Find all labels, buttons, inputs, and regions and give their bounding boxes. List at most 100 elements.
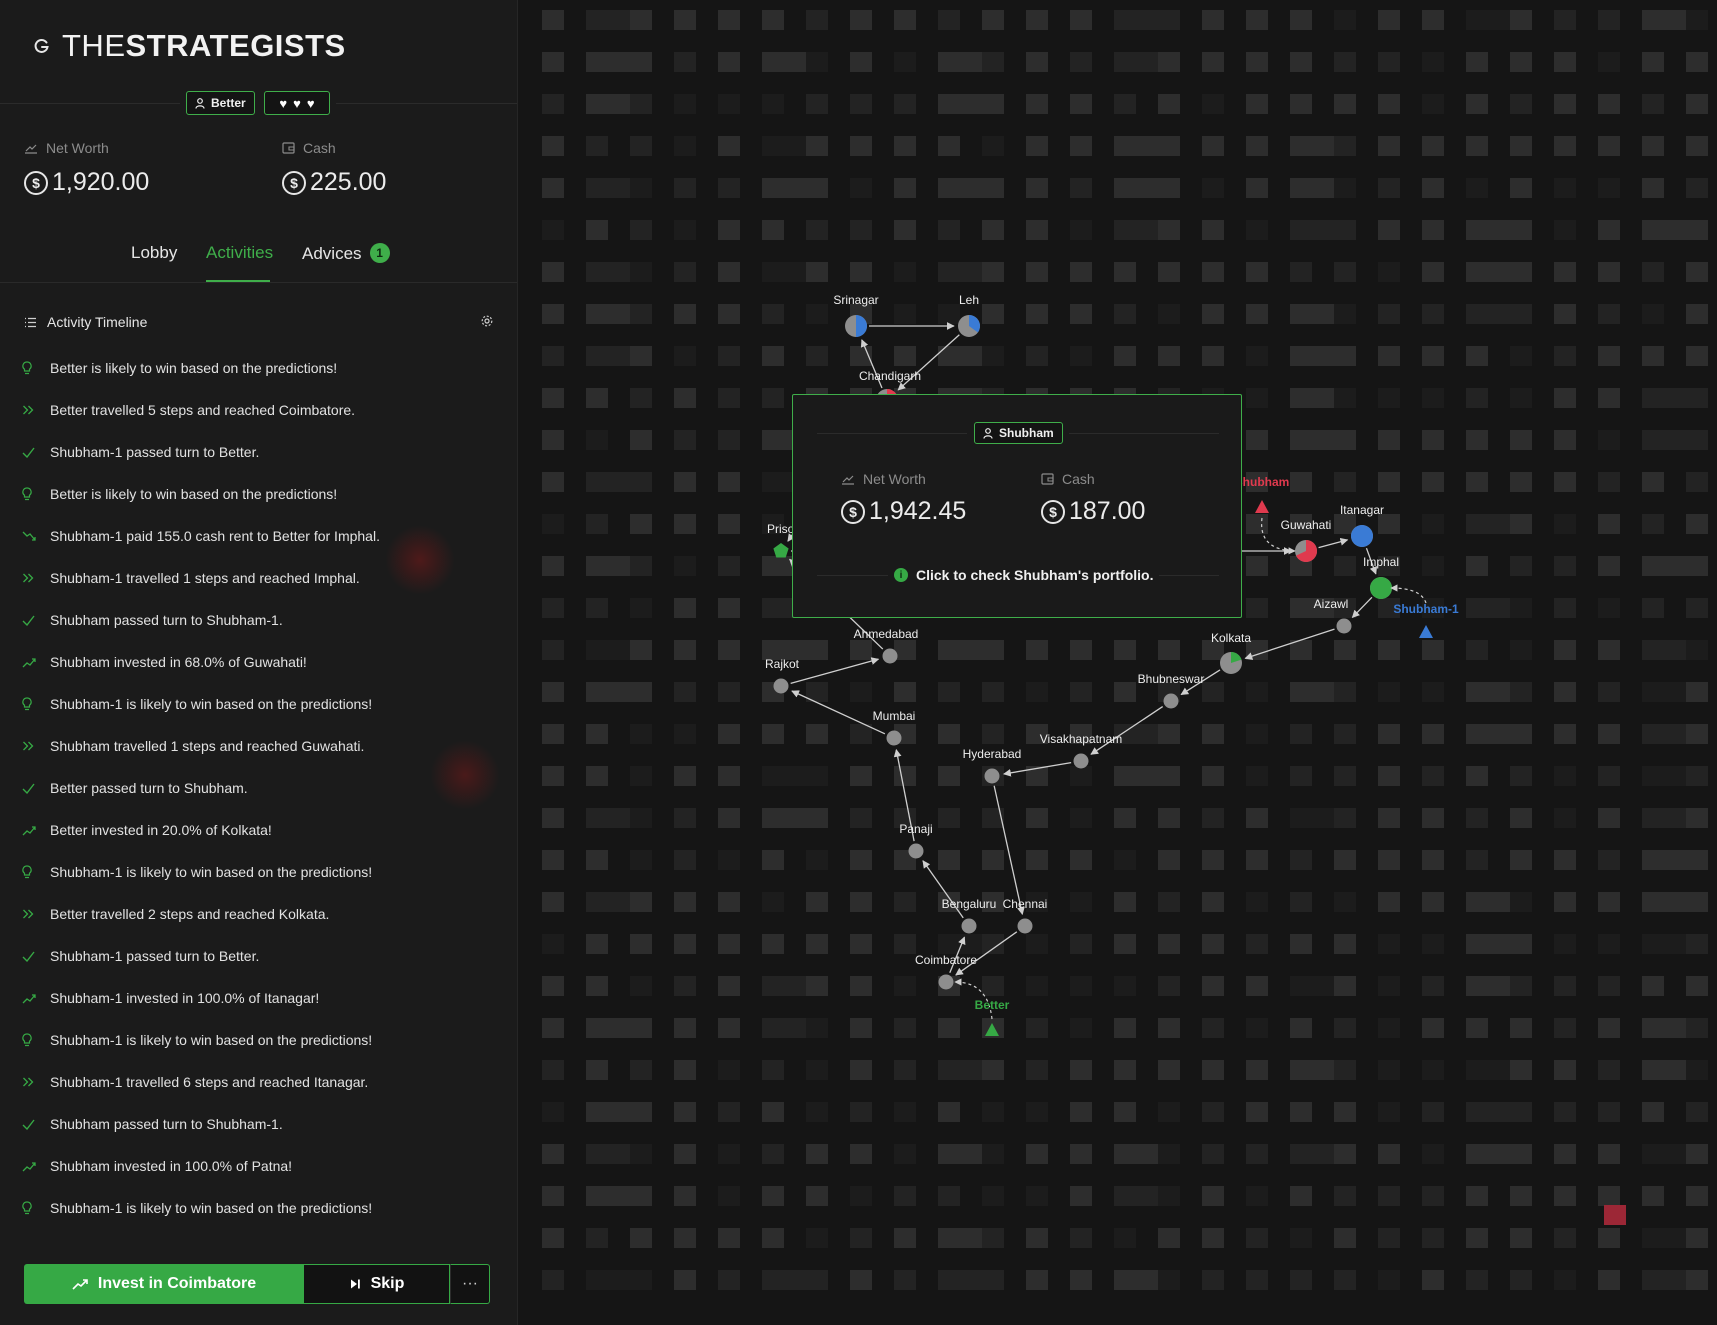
board-tile bbox=[982, 262, 1004, 282]
city-node[interactable]: Chennai bbox=[1003, 897, 1048, 934]
tab-advices[interactable]: Advices 1 bbox=[302, 243, 390, 264]
board-tile bbox=[1422, 1060, 1444, 1080]
activity-text: Shubham invested in 100.0% of Patna! bbox=[50, 1158, 293, 1174]
board-tile bbox=[1422, 892, 1444, 912]
board-tile bbox=[894, 976, 916, 996]
board-tile bbox=[1114, 10, 1158, 30]
token-triangle-icon[interactable] bbox=[1255, 500, 1269, 513]
city-node[interactable]: Coimbatore bbox=[915, 953, 977, 990]
city-node[interactable]: Leh bbox=[958, 293, 981, 337]
city-circle[interactable] bbox=[1017, 918, 1033, 934]
board-tile bbox=[1070, 640, 1092, 660]
board-tile bbox=[1246, 808, 1268, 828]
board-tile bbox=[1026, 1060, 1048, 1080]
token-triangle-icon[interactable] bbox=[1419, 625, 1433, 638]
board-tile bbox=[630, 430, 652, 450]
city-circle[interactable] bbox=[984, 768, 1000, 784]
more-options-button[interactable]: ··· bbox=[450, 1264, 490, 1304]
activity-text: Shubham-1 travelled 1 steps and reached … bbox=[50, 570, 360, 586]
board-tile bbox=[1070, 1102, 1092, 1122]
board-tile bbox=[1554, 892, 1576, 912]
skip-button[interactable]: Skip bbox=[304, 1264, 450, 1304]
board-tile bbox=[1422, 1018, 1444, 1038]
city-circle[interactable] bbox=[1073, 753, 1089, 769]
activity-item: Shubham-1 paid 155.0 cash rent to Better… bbox=[22, 528, 502, 570]
city-node[interactable]: Hyderabad bbox=[963, 747, 1022, 784]
board-tile bbox=[982, 94, 1004, 114]
board-tile bbox=[1290, 1228, 1312, 1248]
city-circle[interactable] bbox=[886, 730, 902, 746]
board-tile bbox=[806, 766, 828, 786]
player-token[interactable]: Shubham bbox=[1235, 475, 1296, 555]
heart-icon: ♥ bbox=[306, 95, 315, 111]
tab-activities[interactable]: Activities bbox=[206, 243, 273, 263]
board-tile bbox=[1598, 976, 1620, 996]
board-tile bbox=[1290, 10, 1312, 30]
board-tile bbox=[1510, 808, 1532, 828]
bulb-icon bbox=[22, 486, 50, 502]
player-info-popup[interactable]: Shubham Net Worth $ 1,942.45 Cash $ 187.… bbox=[792, 394, 1242, 618]
board-tile bbox=[1026, 136, 1048, 156]
city-circle[interactable] bbox=[961, 918, 977, 934]
board-tile bbox=[1202, 1060, 1224, 1080]
invest-button[interactable]: Invest in Coimbatore bbox=[24, 1264, 304, 1304]
game-board[interactable]: Srinagar Leh Chandigarh Prison Ahmedabad Rajk… bbox=[518, 0, 1717, 1325]
board-tile bbox=[762, 1228, 784, 1248]
board-tile bbox=[1026, 346, 1048, 366]
board-tile bbox=[938, 1102, 960, 1122]
board-tile bbox=[1202, 346, 1224, 366]
check-icon bbox=[22, 612, 50, 628]
board-tile bbox=[1334, 304, 1356, 324]
portfolio-link[interactable]: i Click to check Shubham's portfolio. bbox=[888, 567, 1160, 583]
player-token[interactable]: Shubham-1 bbox=[1390, 584, 1459, 638]
board-tile bbox=[630, 304, 652, 324]
board-tile bbox=[1554, 1102, 1576, 1122]
board-tile bbox=[674, 1228, 696, 1248]
board-tile bbox=[586, 10, 630, 30]
tab-lobby[interactable]: Lobby bbox=[131, 243, 177, 263]
gear-icon[interactable] bbox=[480, 314, 494, 328]
city-circle[interactable] bbox=[908, 843, 924, 859]
city-circle[interactable] bbox=[938, 974, 954, 990]
board-tile bbox=[1378, 934, 1400, 954]
city-node[interactable]: Guwahati bbox=[1281, 518, 1332, 562]
city-circle[interactable] bbox=[882, 648, 898, 664]
board-tile bbox=[630, 598, 652, 618]
board-tile bbox=[938, 1144, 982, 1164]
board-tile bbox=[1686, 262, 1708, 282]
prison-marker[interactable] bbox=[773, 543, 789, 558]
board-tile bbox=[894, 1270, 916, 1290]
city-label: Srinagar bbox=[833, 293, 878, 307]
board-tile bbox=[982, 976, 1004, 996]
city-node[interactable]: Imphal bbox=[1363, 555, 1399, 599]
board-tile bbox=[718, 1018, 740, 1038]
board-tile bbox=[1378, 1018, 1400, 1038]
board-tile bbox=[718, 1102, 740, 1122]
board-tile bbox=[1290, 808, 1334, 828]
city-circle[interactable] bbox=[773, 678, 789, 694]
board-tile bbox=[674, 556, 696, 576]
board-tile bbox=[938, 808, 960, 828]
city-label: Coimbatore bbox=[915, 953, 977, 967]
board-tile bbox=[1422, 430, 1444, 450]
board-tile bbox=[1422, 850, 1444, 870]
board-tile bbox=[674, 346, 696, 366]
info-icon: i bbox=[894, 568, 908, 582]
city-node[interactable]: Visakhapatnam bbox=[1040, 732, 1123, 769]
board-tile bbox=[1510, 1270, 1532, 1290]
board-tile bbox=[806, 724, 828, 744]
city-circle[interactable] bbox=[1163, 693, 1179, 709]
board-tile bbox=[1686, 850, 1708, 870]
city-node[interactable]: Bengaluru bbox=[942, 897, 997, 934]
city-circle[interactable] bbox=[1336, 618, 1352, 634]
board-tile bbox=[1026, 1102, 1048, 1122]
board-tile bbox=[1642, 556, 1686, 576]
board-tile bbox=[674, 472, 696, 492]
board-tile bbox=[630, 514, 652, 534]
board-tile bbox=[762, 808, 806, 828]
board-tile bbox=[1070, 1144, 1092, 1164]
city-label: Chennai bbox=[1003, 897, 1048, 911]
board-tile bbox=[1158, 346, 1180, 366]
board-tile bbox=[1554, 136, 1576, 156]
board-tile bbox=[1554, 220, 1576, 240]
